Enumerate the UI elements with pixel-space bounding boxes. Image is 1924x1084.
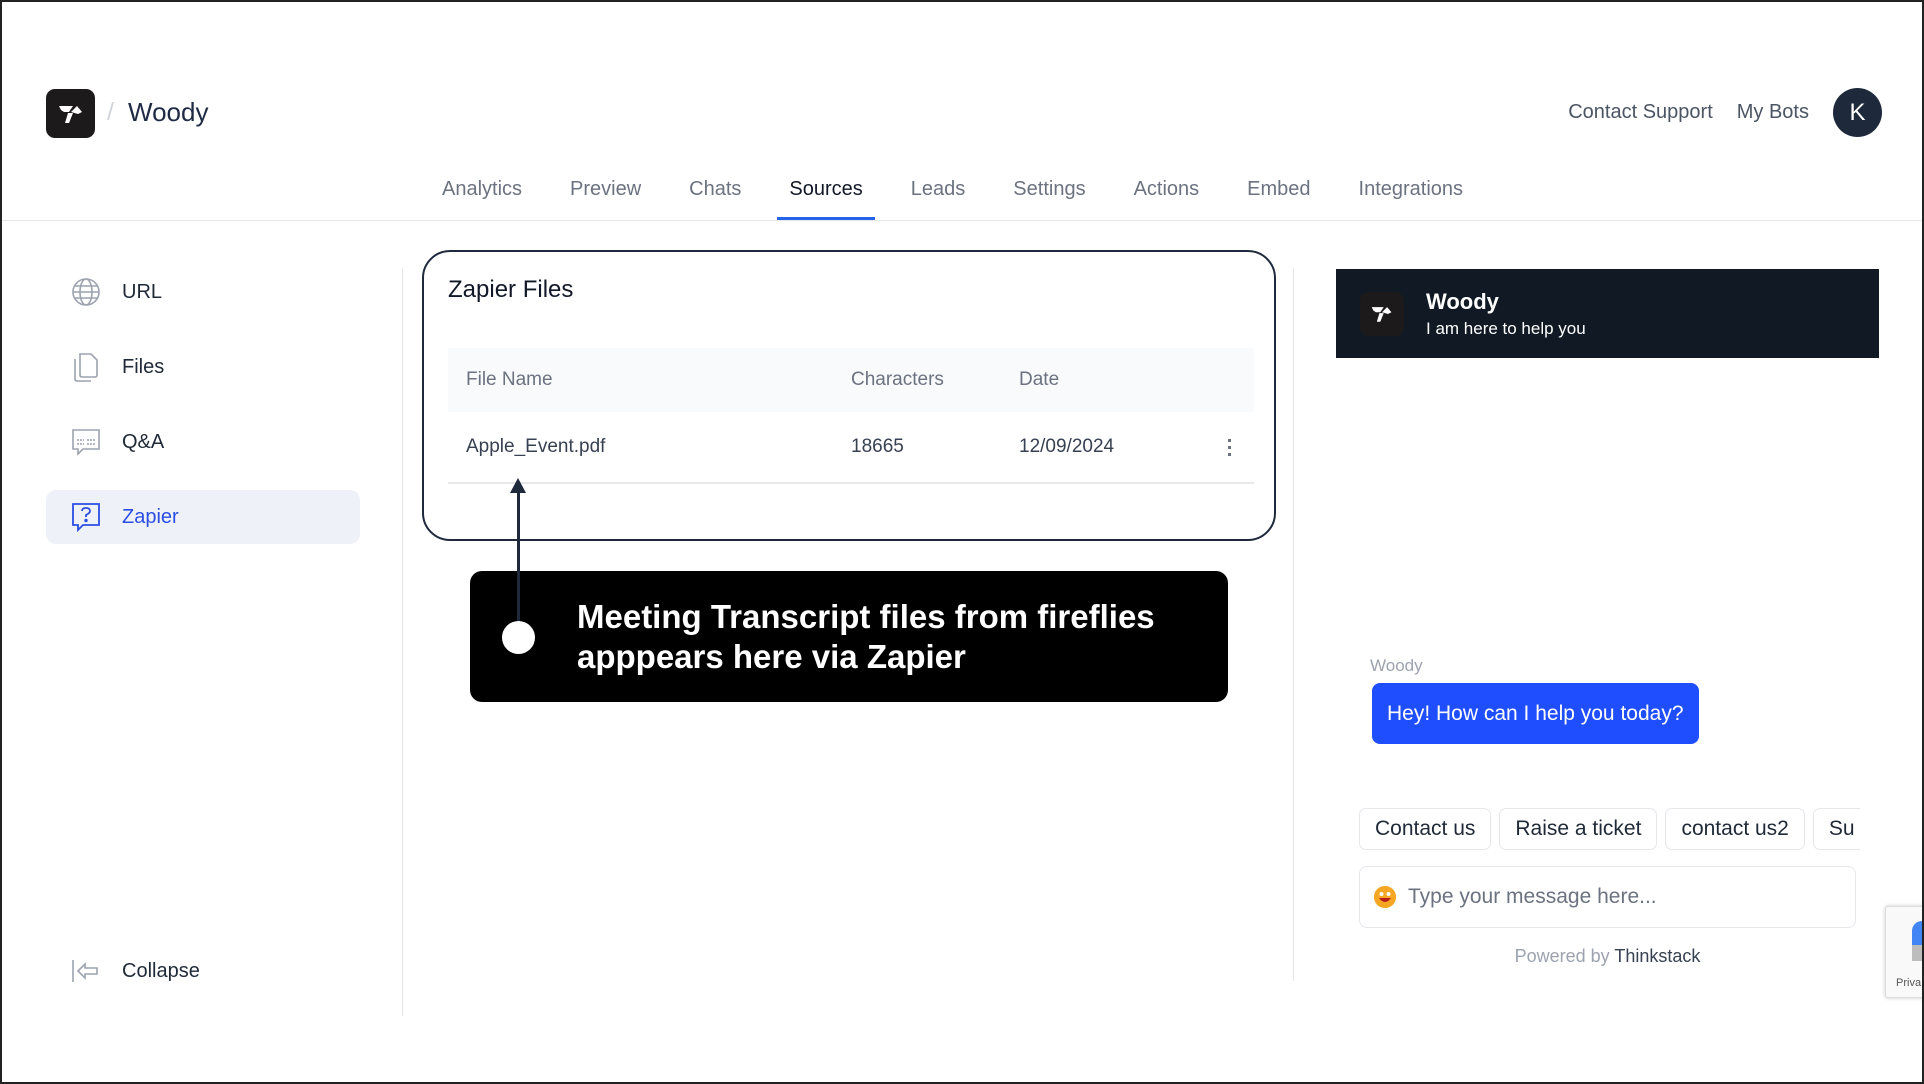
main-tabs: Analytics Preview Chats Sources Leads Se… (430, 172, 1499, 220)
header-actions: Contact Support My Bots K (1568, 88, 1882, 137)
chat-bot-logo (1360, 291, 1404, 336)
tab-integrations[interactable]: Integrations (1347, 172, 1476, 220)
contact-support-link[interactable]: Contact Support (1568, 101, 1713, 124)
bot-name: Woody (128, 97, 209, 127)
sidebar-item-label: URL (122, 280, 163, 303)
collapse-arrow-icon (70, 955, 102, 987)
chat-message-input-box (1359, 866, 1856, 928)
tab-analytics[interactable]: Analytics (430, 172, 534, 220)
sidebar-item-label: Zapier (122, 505, 179, 528)
file-name-cell: Apple_Event.pdf (466, 436, 606, 457)
sidebar-item-qa[interactable]: Q&A (46, 415, 360, 469)
chat-message-input[interactable] (1408, 885, 1828, 909)
tab-sources[interactable]: Sources (777, 172, 876, 220)
sidebar-item-zapier[interactable]: Zapier (46, 490, 360, 544)
tab-leads[interactable]: Leads (899, 172, 978, 220)
chat-title: Woody (1426, 288, 1499, 314)
user-avatar[interactable]: K (1833, 88, 1882, 137)
tab-actions[interactable]: Actions (1122, 172, 1212, 220)
sidebar-item-label: Q&A (122, 430, 165, 453)
annotation-text: Meeting Transcript files from fireflies … (577, 598, 1155, 675)
zapier-files-table: File Name Characters Date Apple_Event.pd… (448, 348, 1254, 484)
chat-header-text: Woody I am here to help you (1426, 289, 1586, 339)
emoji-icon[interactable] (1374, 886, 1396, 908)
card-title: Zapier Files (448, 276, 574, 303)
chat-panel-divider (1293, 268, 1294, 981)
bot-message-bubble: Hey! How can I help you today? (1372, 683, 1699, 744)
annotation-arrow-line (517, 490, 520, 640)
row-menu-button[interactable] (1204, 438, 1254, 456)
logo-mark-icon (58, 105, 82, 123)
tab-chats[interactable]: Chats (677, 172, 753, 220)
powered-by-prefix: Powered by (1514, 946, 1610, 966)
tab-settings[interactable]: Settings (1001, 172, 1097, 220)
quick-replies: Contact us Raise a ticket contact us2 Su (1359, 808, 1860, 851)
chat-subtitle: I am here to help you (1426, 318, 1586, 338)
sidebar-item-url[interactable]: URL (46, 265, 360, 319)
powered-by: Powered by Thinkstack (1359, 946, 1856, 967)
recaptcha-badge[interactable]: Priva (1885, 906, 1924, 998)
sidebar-divider (402, 268, 403, 1016)
sources-sidebar: URL Files Q&A Zapier (46, 265, 360, 565)
recaptcha-privacy-label: Priva (1896, 977, 1922, 989)
characters-cell: 18665 (851, 436, 904, 457)
annotation-dot (502, 621, 535, 654)
collapse-label: Collapse (122, 959, 200, 982)
quick-reply-contact-us[interactable]: Contact us (1359, 808, 1492, 850)
collapse-button[interactable]: Collapse (70, 955, 200, 987)
header-divider (2, 220, 1922, 221)
logo-mark-icon (1371, 306, 1392, 322)
sidebar-item-label: Files (122, 355, 165, 378)
table-row[interactable]: Apple_Event.pdf 18665 12/09/2024 (448, 412, 1254, 484)
column-header-file-name: File Name (466, 369, 553, 390)
zapier-files-card: Zapier Files File Name Characters Date A… (422, 250, 1276, 541)
quick-reply-raise-ticket[interactable]: Raise a ticket (1499, 808, 1658, 850)
tab-embed[interactable]: Embed (1235, 172, 1322, 220)
chat-widget-header: Woody I am here to help you (1336, 269, 1879, 358)
column-header-date: Date (1019, 369, 1060, 390)
tab-preview[interactable]: Preview (558, 172, 653, 220)
quick-reply-truncated[interactable]: Su (1812, 808, 1860, 850)
sidebar-item-files[interactable]: Files (46, 340, 360, 394)
breadcrumb-separator: / (107, 98, 114, 126)
quick-reply-contact-us2[interactable]: contact us2 (1665, 808, 1805, 850)
thinkstack-logo[interactable] (46, 89, 95, 138)
globe-icon (70, 276, 102, 308)
recaptcha-icon (1912, 921, 1924, 961)
my-bots-link[interactable]: My Bots (1737, 101, 1809, 124)
files-icon (70, 351, 102, 383)
question-chat-icon (70, 501, 102, 533)
kebab-menu-icon (1227, 438, 1231, 456)
column-header-characters: Characters (851, 369, 944, 390)
powered-by-brand[interactable]: Thinkstack (1614, 946, 1700, 966)
table-header: File Name Characters Date (448, 348, 1254, 412)
date-cell: 12/09/2024 (1019, 436, 1115, 457)
qa-chat-icon (70, 426, 102, 458)
message-sender: Woody (1370, 656, 1423, 675)
